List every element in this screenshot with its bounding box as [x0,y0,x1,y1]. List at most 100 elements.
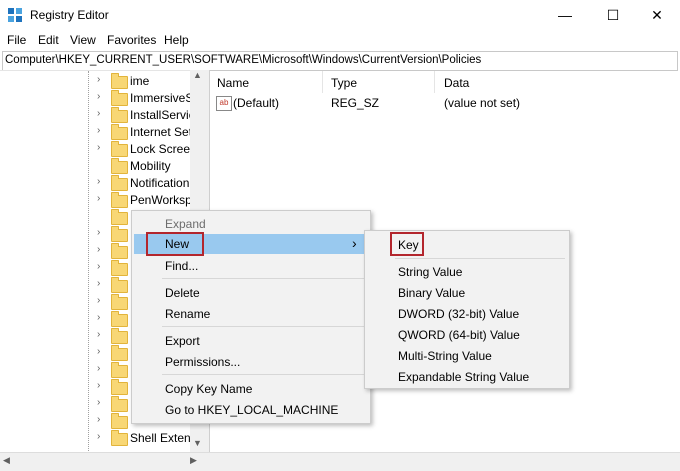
annotation-box-key [390,232,424,256]
menu-view[interactable]: View [70,33,96,47]
expand-chevron-icon[interactable]: › [97,74,100,85]
column-header-name[interactable]: Name [217,76,249,90]
menu-file[interactable]: File [7,33,26,47]
menu-separator [395,258,565,259]
tree-item-ime[interactable]: ime [130,74,149,88]
value-name[interactable]: (Default) [233,96,279,110]
scroll-down-icon[interactable]: ▼ [193,438,202,448]
menu-item-rename[interactable]: Rename [165,307,210,321]
expand-chevron-icon[interactable]: › [97,125,100,136]
menu-separator [162,326,366,327]
registry-editor-icon [8,8,22,22]
tree-item-lock-screen[interactable]: Lock Screen [130,142,197,156]
folder-icon [111,328,128,344]
menu-item-delete[interactable]: Delete [165,286,200,300]
expand-chevron-icon[interactable]: › [97,108,100,119]
column-divider[interactable] [434,71,435,93]
expand-chevron-icon[interactable]: › [97,176,100,187]
submenu-item-dword-value[interactable]: DWORD (32-bit) Value [398,307,519,321]
folder-icon [111,124,128,140]
folder-icon [111,362,128,378]
expand-chevron-icon[interactable]: › [97,295,100,306]
expand-chevron-icon[interactable]: › [97,278,100,289]
menu-bar [0,30,680,50]
string-value-icon: ab [216,96,232,111]
menu-item-permissions[interactable]: Permissions... [165,355,240,369]
tree-item-internet-settings[interactable]: Internet Set [130,125,192,139]
expand-chevron-icon[interactable]: › [97,91,100,102]
expand-chevron-icon[interactable]: › [97,261,100,272]
expand-chevron-icon[interactable]: › [97,142,100,153]
menu-favorites[interactable]: Favorites [107,33,156,47]
folder-icon [111,175,128,191]
folder-icon [111,396,128,412]
submenu-item-expandable-string-value[interactable]: Expandable String Value [398,370,529,384]
value-type: REG_SZ [331,96,380,110]
submenu-item-qword-value[interactable]: QWORD (64-bit) Value [398,328,520,342]
folder-icon [111,379,128,395]
menu-item-find[interactable]: Find... [165,259,198,273]
expand-chevron-icon[interactable]: › [97,329,100,340]
submenu-arrow-icon: › [352,235,357,251]
tree-guide-line [88,71,89,453]
close-button[interactable]: ✕ [634,0,680,30]
expand-chevron-icon[interactable]: › [97,414,100,425]
column-divider[interactable] [322,71,323,93]
expand-chevron-icon[interactable]: › [97,431,100,442]
folder-icon [111,141,128,157]
expand-chevron-icon[interactable]: › [97,193,100,204]
folder-icon [111,209,128,225]
folder-icon [111,192,128,208]
scroll-up-icon[interactable]: ▲ [193,70,202,80]
tree-item-immersive[interactable]: ImmersiveS [130,91,193,105]
folder-icon [111,277,128,293]
menu-help[interactable]: Help [164,33,189,47]
horizontal-scrollbar[interactable]: ◀ ▶ [0,452,680,471]
folder-icon [111,260,128,276]
expand-chevron-icon[interactable]: › [97,363,100,374]
tree-item-installservice[interactable]: InstallServic [130,108,195,122]
context-menu: Expand New › Find... Delete Rename Expor… [131,210,371,424]
tree-item-mobility[interactable]: Mobility [130,159,171,173]
menu-item-export[interactable]: Export [165,334,200,348]
submenu-item-binary-value[interactable]: Binary Value [398,286,465,300]
expand-chevron-icon[interactable]: › [97,312,100,323]
folder-icon [111,226,128,242]
maximize-button[interactable]: ☐ [590,0,636,30]
menu-edit[interactable]: Edit [38,33,59,47]
expand-chevron-icon[interactable]: › [97,227,100,238]
folder-icon [111,311,128,327]
column-header-type[interactable]: Type [331,76,357,90]
tree-item-penworkspace[interactable]: PenWorksp [130,193,192,207]
menu-item-expand[interactable]: Expand [165,217,206,231]
expand-chevron-icon[interactable]: › [97,380,100,391]
scroll-left-icon[interactable]: ◀ [3,455,10,466]
value-data: (value not set) [444,96,521,110]
folder-icon [111,107,128,123]
column-header-data[interactable]: Data [444,76,469,90]
folder-icon [111,158,128,174]
menu-item-copy-key-name[interactable]: Copy Key Name [165,382,252,396]
menu-separator [162,278,366,279]
annotation-box-new [146,232,204,256]
folder-icon [111,413,128,429]
scroll-right-icon[interactable]: ▶ [190,455,197,466]
folder-icon [111,430,128,446]
tree-item-shell-extensions[interactable]: Shell Extens [130,431,197,445]
folder-icon [111,73,128,89]
minimize-button[interactable]: — [542,0,588,30]
tree-item-notifications[interactable]: Notification [130,176,189,190]
folder-icon [111,294,128,310]
expand-chevron-icon[interactable]: › [97,346,100,357]
folder-icon [111,90,128,106]
new-submenu: Key String Value Binary Value DWORD (32-… [364,230,570,389]
expand-chevron-icon[interactable]: › [97,244,100,255]
menu-separator [162,374,366,375]
submenu-item-multi-string-value[interactable]: Multi-String Value [398,349,492,363]
window-title: Registry Editor [30,8,109,22]
address-path: Computer\HKEY_CURRENT_USER\SOFTWARE\Micr… [5,54,482,66]
folder-icon [111,243,128,259]
submenu-item-string-value[interactable]: String Value [398,265,462,279]
expand-chevron-icon[interactable]: › [97,397,100,408]
menu-item-goto-hklm[interactable]: Go to HKEY_LOCAL_MACHINE [165,403,338,417]
